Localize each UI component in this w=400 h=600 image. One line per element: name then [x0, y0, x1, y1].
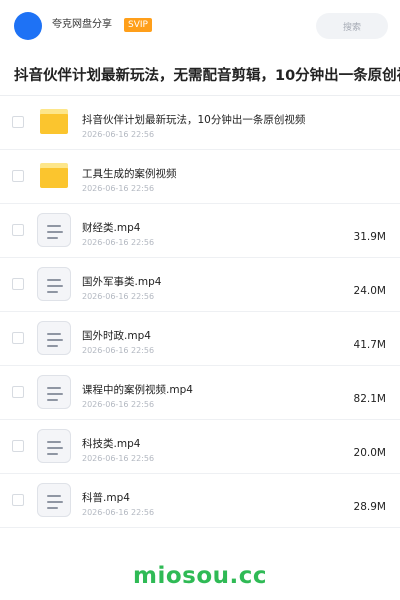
- file-name: 国外军事类.mp4: [82, 276, 162, 288]
- file-date: 2026-06-16 22:56: [82, 130, 155, 139]
- video-file-icon: [37, 483, 71, 517]
- file-name: 课程中的案例视频.mp4: [82, 384, 193, 396]
- folder-icon: [40, 163, 68, 188]
- svip-badge: SVIP: [124, 18, 152, 32]
- file-size: 82.1M: [353, 393, 386, 405]
- file-date: 2026-06-16 22:56: [82, 292, 155, 301]
- list-item[interactable]: 国外军事类.mp4 2026-06-16 22:56 24.0M: [0, 258, 400, 312]
- search-label: 搜索: [342, 22, 361, 33]
- checkbox[interactable]: [12, 494, 24, 506]
- checkbox[interactable]: [12, 224, 24, 236]
- checkbox[interactable]: [12, 116, 24, 128]
- checkbox[interactable]: [12, 386, 24, 398]
- checkbox[interactable]: [12, 170, 24, 182]
- avatar[interactable]: [14, 12, 42, 40]
- list-item[interactable]: 课程中的案例视频.mp4 2026-06-16 22:56 82.1M: [0, 366, 400, 420]
- video-file-icon: [37, 267, 71, 301]
- video-file-icon: [37, 213, 71, 247]
- file-date: 2026-06-16 22:56: [82, 508, 155, 517]
- file-name: 抖音伙伴计划最新玩法，10分钟出一条原创视频: [82, 114, 306, 126]
- file-name: 财经类.mp4: [82, 222, 141, 234]
- list-item[interactable]: 财经类.mp4 2026-06-16 22:56 31.9M: [0, 204, 400, 258]
- search-button[interactable]: 搜索: [316, 13, 388, 39]
- checkbox[interactable]: [12, 440, 24, 452]
- file-date: 2026-06-16 22:56: [82, 238, 155, 247]
- list-item[interactable]: 工具生成的案例视频 2026-06-16 22:56: [0, 150, 400, 204]
- file-size: 28.9M: [353, 501, 386, 513]
- file-date: 2026-06-16 22:56: [82, 184, 155, 193]
- share-header: 夸克网盘分享 SVIP 搜索: [0, 0, 400, 50]
- video-file-icon: [37, 375, 71, 409]
- file-name: 工具生成的案例视频: [82, 168, 177, 180]
- file-date: 2026-06-16 22:56: [82, 346, 155, 355]
- list-item[interactable]: 抖音伙伴计划最新玩法，10分钟出一条原创视频 2026-06-16 22:56: [0, 96, 400, 150]
- list-item[interactable]: 科技类.mp4 2026-06-16 22:56 20.0M: [0, 420, 400, 474]
- folder-icon: [40, 109, 68, 134]
- file-list: 抖音伙伴计划最新玩法，10分钟出一条原创视频 2026-06-16 22:56 …: [0, 96, 400, 528]
- page-title: 抖音伙伴计划最新玩法，无需配音剪辑，10分钟出一条原创视频: [14, 68, 400, 84]
- file-name: 科普.mp4: [82, 492, 130, 504]
- file-name: 科技类.mp4: [82, 438, 141, 450]
- file-size: 20.0M: [353, 447, 386, 459]
- file-size: 41.7M: [353, 339, 386, 351]
- file-size: 31.9M: [353, 231, 386, 243]
- file-name: 国外时政.mp4: [82, 330, 151, 342]
- share-name: 夸克网盘分享: [52, 19, 112, 30]
- checkbox[interactable]: [12, 278, 24, 290]
- file-date: 2026-06-16 22:56: [82, 400, 155, 409]
- file-date: 2026-06-16 22:56: [82, 454, 155, 463]
- checkbox[interactable]: [12, 332, 24, 344]
- file-size: 24.0M: [353, 285, 386, 297]
- list-item[interactable]: 科普.mp4 2026-06-16 22:56 28.9M: [0, 474, 400, 528]
- watermark: miosou.cc: [132, 563, 268, 589]
- video-file-icon: [37, 429, 71, 463]
- title-bar: 抖音伙伴计划最新玩法，无需配音剪辑，10分钟出一条原创视频: [0, 58, 400, 96]
- video-file-icon: [37, 321, 71, 355]
- list-item[interactable]: 国外时政.mp4 2026-06-16 22:56 41.7M: [0, 312, 400, 366]
